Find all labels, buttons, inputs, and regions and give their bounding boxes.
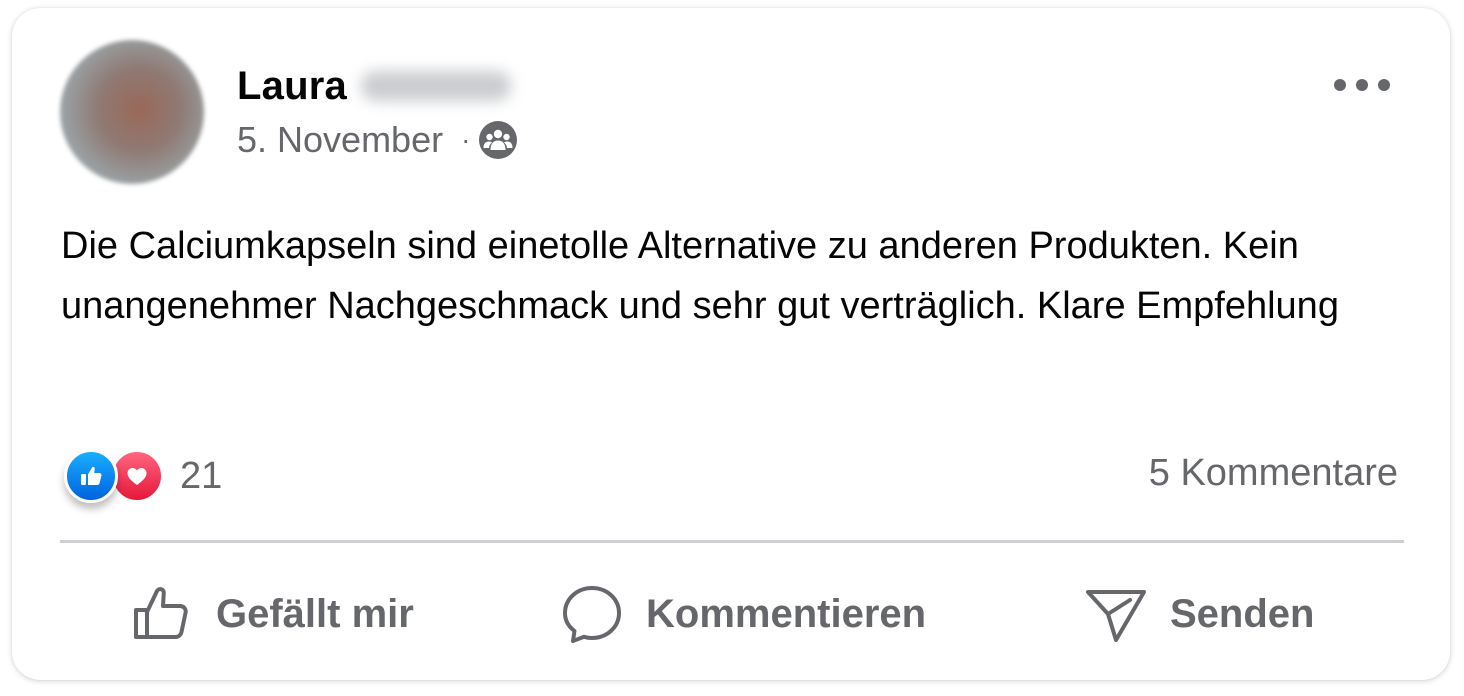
comment-button-label: Kommentieren bbox=[646, 591, 927, 636]
comment-button[interactable]: Kommentieren bbox=[560, 574, 926, 654]
author-row: Laura bbox=[237, 62, 511, 110]
reactions-summary[interactable]: 21 bbox=[64, 448, 222, 504]
post-meta: 5. November · bbox=[237, 118, 518, 162]
more-options-icon[interactable] bbox=[1334, 70, 1390, 100]
send-button-label: Senden bbox=[1170, 591, 1315, 636]
meta-separator: · bbox=[461, 124, 471, 155]
post-card: Laura 5. November · Die Calciumkapseln s… bbox=[12, 8, 1450, 680]
comments-count-link[interactable]: 5 Kommentare bbox=[1149, 452, 1398, 495]
post-date[interactable]: 5. November bbox=[237, 119, 443, 161]
avatar[interactable] bbox=[60, 40, 204, 184]
comment-bubble-icon bbox=[560, 582, 624, 646]
send-button[interactable]: Senden bbox=[1084, 574, 1314, 654]
more-dot bbox=[1378, 79, 1390, 91]
love-reaction-icon bbox=[110, 449, 164, 503]
post-text: Die Calciumkapseln sind einetolle Altern… bbox=[61, 225, 1339, 327]
like-button[interactable]: Gefällt mir bbox=[130, 574, 414, 654]
more-dot bbox=[1334, 79, 1346, 91]
like-button-label: Gefällt mir bbox=[216, 591, 414, 636]
redacted-surname bbox=[360, 71, 511, 101]
thumbs-up-icon bbox=[130, 582, 194, 646]
author-name[interactable]: Laura bbox=[237, 64, 347, 109]
divider bbox=[60, 540, 1404, 543]
more-dot bbox=[1356, 79, 1368, 91]
reaction-count: 21 bbox=[180, 454, 223, 497]
like-reaction-icon bbox=[64, 449, 118, 503]
send-icon bbox=[1084, 582, 1148, 646]
friends-group-icon[interactable] bbox=[478, 120, 518, 160]
